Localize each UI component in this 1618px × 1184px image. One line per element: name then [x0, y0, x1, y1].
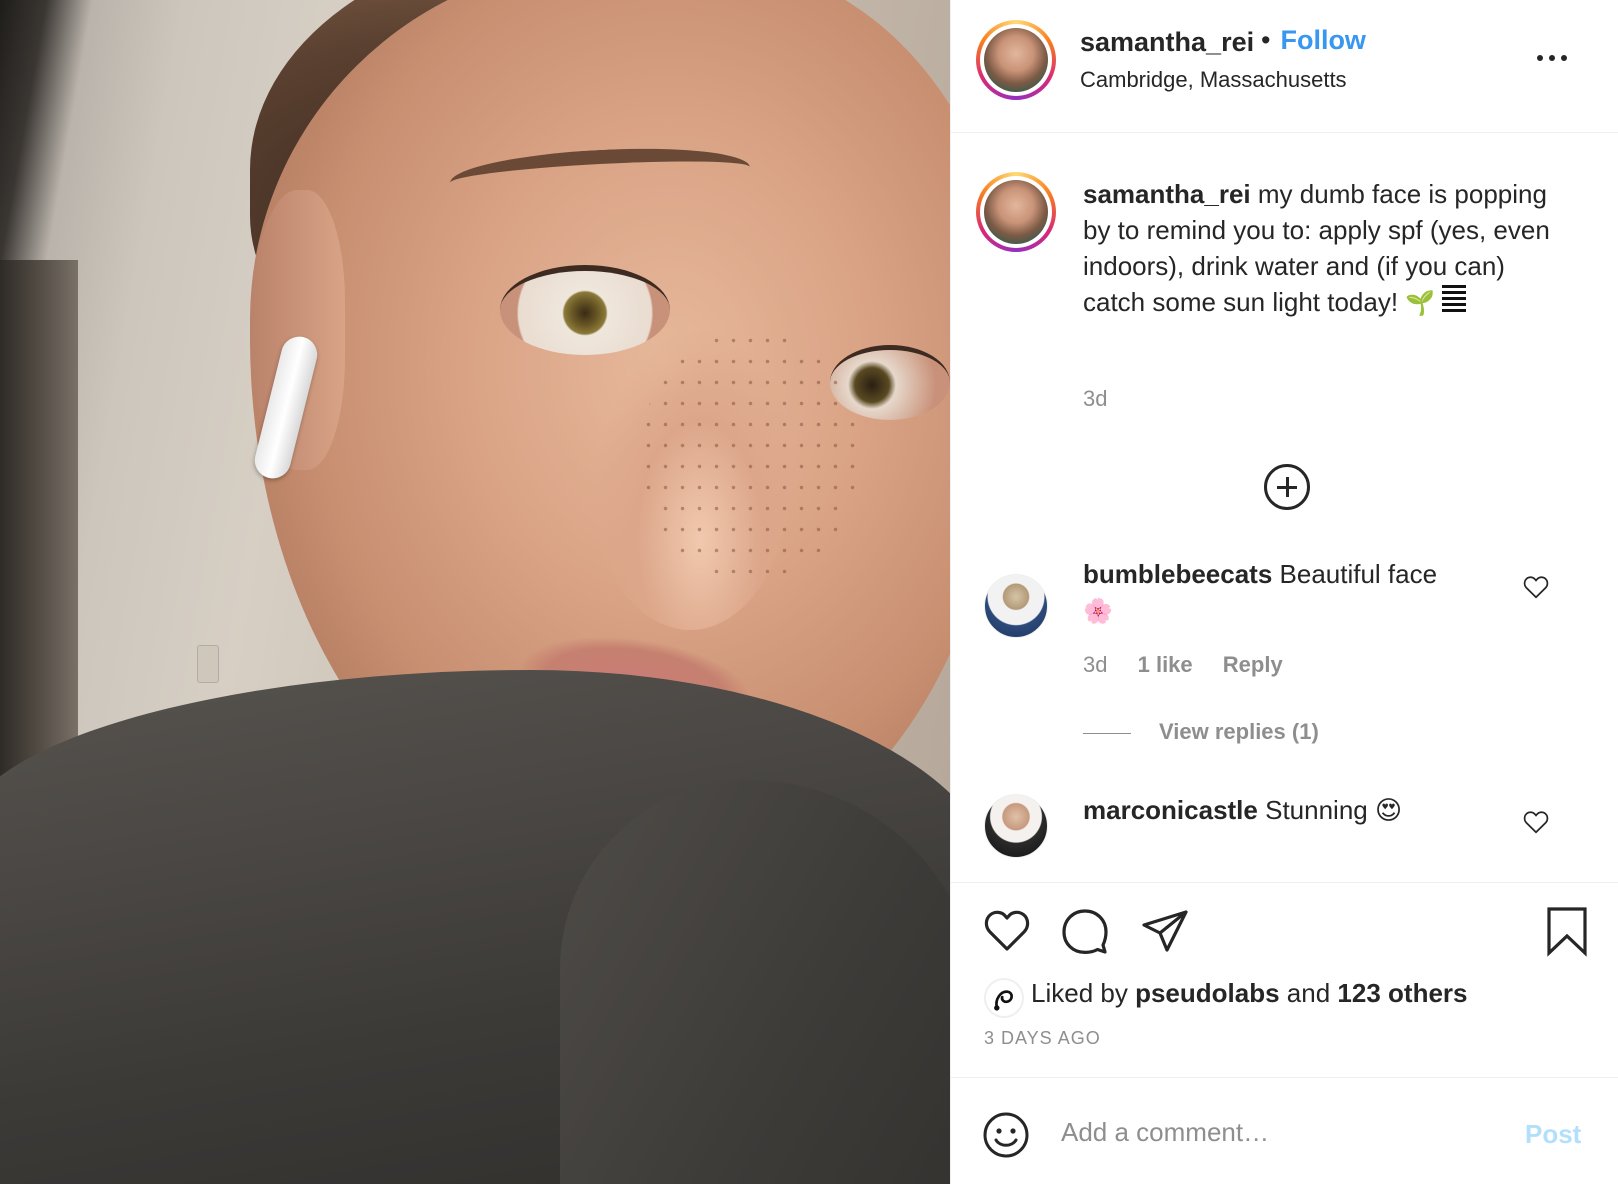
comments-list[interactable]: samantha_rei my dumb face is popping by …	[951, 134, 1618, 882]
post-sidebar: samantha_rei • Follow Cambridge, Massachu…	[950, 0, 1618, 1184]
comment-icon[interactable]	[1059, 905, 1111, 957]
more-horizontal-icon[interactable]	[1537, 48, 1573, 68]
follow-separator: •	[1261, 25, 1271, 55]
comment-timestamp[interactable]: 3d	[1083, 652, 1107, 677]
bookmark-icon[interactable]	[1541, 905, 1593, 957]
bars-emoji-icon	[1442, 285, 1467, 315]
liked-by-user[interactable]: pseudolabs	[1135, 978, 1279, 1008]
follow-button[interactable]: Follow	[1280, 25, 1365, 55]
comment-username[interactable]: bumblebeecats	[1083, 559, 1272, 589]
avatar-image	[984, 180, 1048, 244]
comment-username[interactable]: marconicastle	[1083, 795, 1258, 825]
post-location[interactable]: Cambridge, Massachusetts	[1080, 67, 1347, 93]
liked-by-text: Liked by pseudolabs and 123 others	[1031, 978, 1468, 1009]
liked-by-prefix: Liked by	[1031, 978, 1128, 1008]
follow-row: • Follow	[1261, 25, 1366, 56]
caption-timestamp[interactable]: 3d	[1083, 386, 1107, 412]
photo-background-door	[0, 260, 78, 820]
comment-text: bumblebeecats Beautiful face 🌸	[1083, 556, 1503, 630]
comment-text: marconicastle Stunning 😍	[1083, 792, 1503, 828]
photo-sweater-fold	[560, 780, 950, 1184]
comment-body: Stunning	[1265, 795, 1368, 825]
photo-freckles	[640, 330, 860, 580]
liked-by-avatar[interactable]	[984, 978, 1024, 1018]
post-date[interactable]: 3 DAYS AGO	[984, 1028, 1101, 1049]
author-avatar[interactable]	[976, 20, 1056, 100]
comment-body: Beautiful face	[1279, 559, 1438, 589]
reply-button[interactable]: Reply	[1223, 652, 1283, 677]
comment-avatar[interactable]	[984, 574, 1048, 638]
author-username[interactable]: samantha_rei	[1080, 27, 1254, 58]
photo-light-switch	[197, 645, 219, 683]
caption: samantha_rei my dumb face is popping by …	[1083, 176, 1563, 322]
comment-likes-count[interactable]: 1 like	[1138, 652, 1193, 677]
seedling-emoji: 🌱	[1405, 290, 1436, 317]
heart-icon[interactable]	[1523, 810, 1549, 834]
view-replies-button[interactable]: View replies (1)	[1083, 719, 1319, 745]
share-icon[interactable]	[1139, 905, 1191, 957]
emoji-icon[interactable]	[981, 1110, 1031, 1160]
caption-username[interactable]: samantha_rei	[1083, 179, 1251, 209]
comment-bar: Post	[951, 1079, 1618, 1184]
view-replies-label: View replies (1)	[1159, 719, 1319, 744]
post-photo[interactable]	[0, 0, 950, 1184]
blossom-emoji: 🌸	[1083, 598, 1113, 625]
post-actions: Liked by pseudolabs and 123 others 3 DAY…	[951, 882, 1618, 1078]
heart-icon[interactable]	[1523, 575, 1549, 599]
plus-circle-icon[interactable]	[1264, 464, 1310, 510]
avatar-image	[984, 28, 1048, 92]
post-comment-button[interactable]: Post	[1525, 1119, 1581, 1150]
comment-avatar[interactable]	[984, 794, 1048, 858]
heart-eyes-emoji: 😍	[1375, 795, 1403, 825]
liked-by-and: and	[1286, 978, 1331, 1008]
view-replies-line	[1083, 732, 1131, 734]
comment-input[interactable]	[1061, 1107, 1481, 1157]
post-header: samantha_rei • Follow Cambridge, Massachu…	[951, 0, 1618, 133]
heart-icon[interactable]	[981, 905, 1033, 957]
caption-avatar[interactable]	[976, 172, 1056, 252]
comment-meta: 3d 1 like Reply	[1083, 652, 1307, 678]
liked-by-others[interactable]: 123 others	[1337, 978, 1467, 1008]
